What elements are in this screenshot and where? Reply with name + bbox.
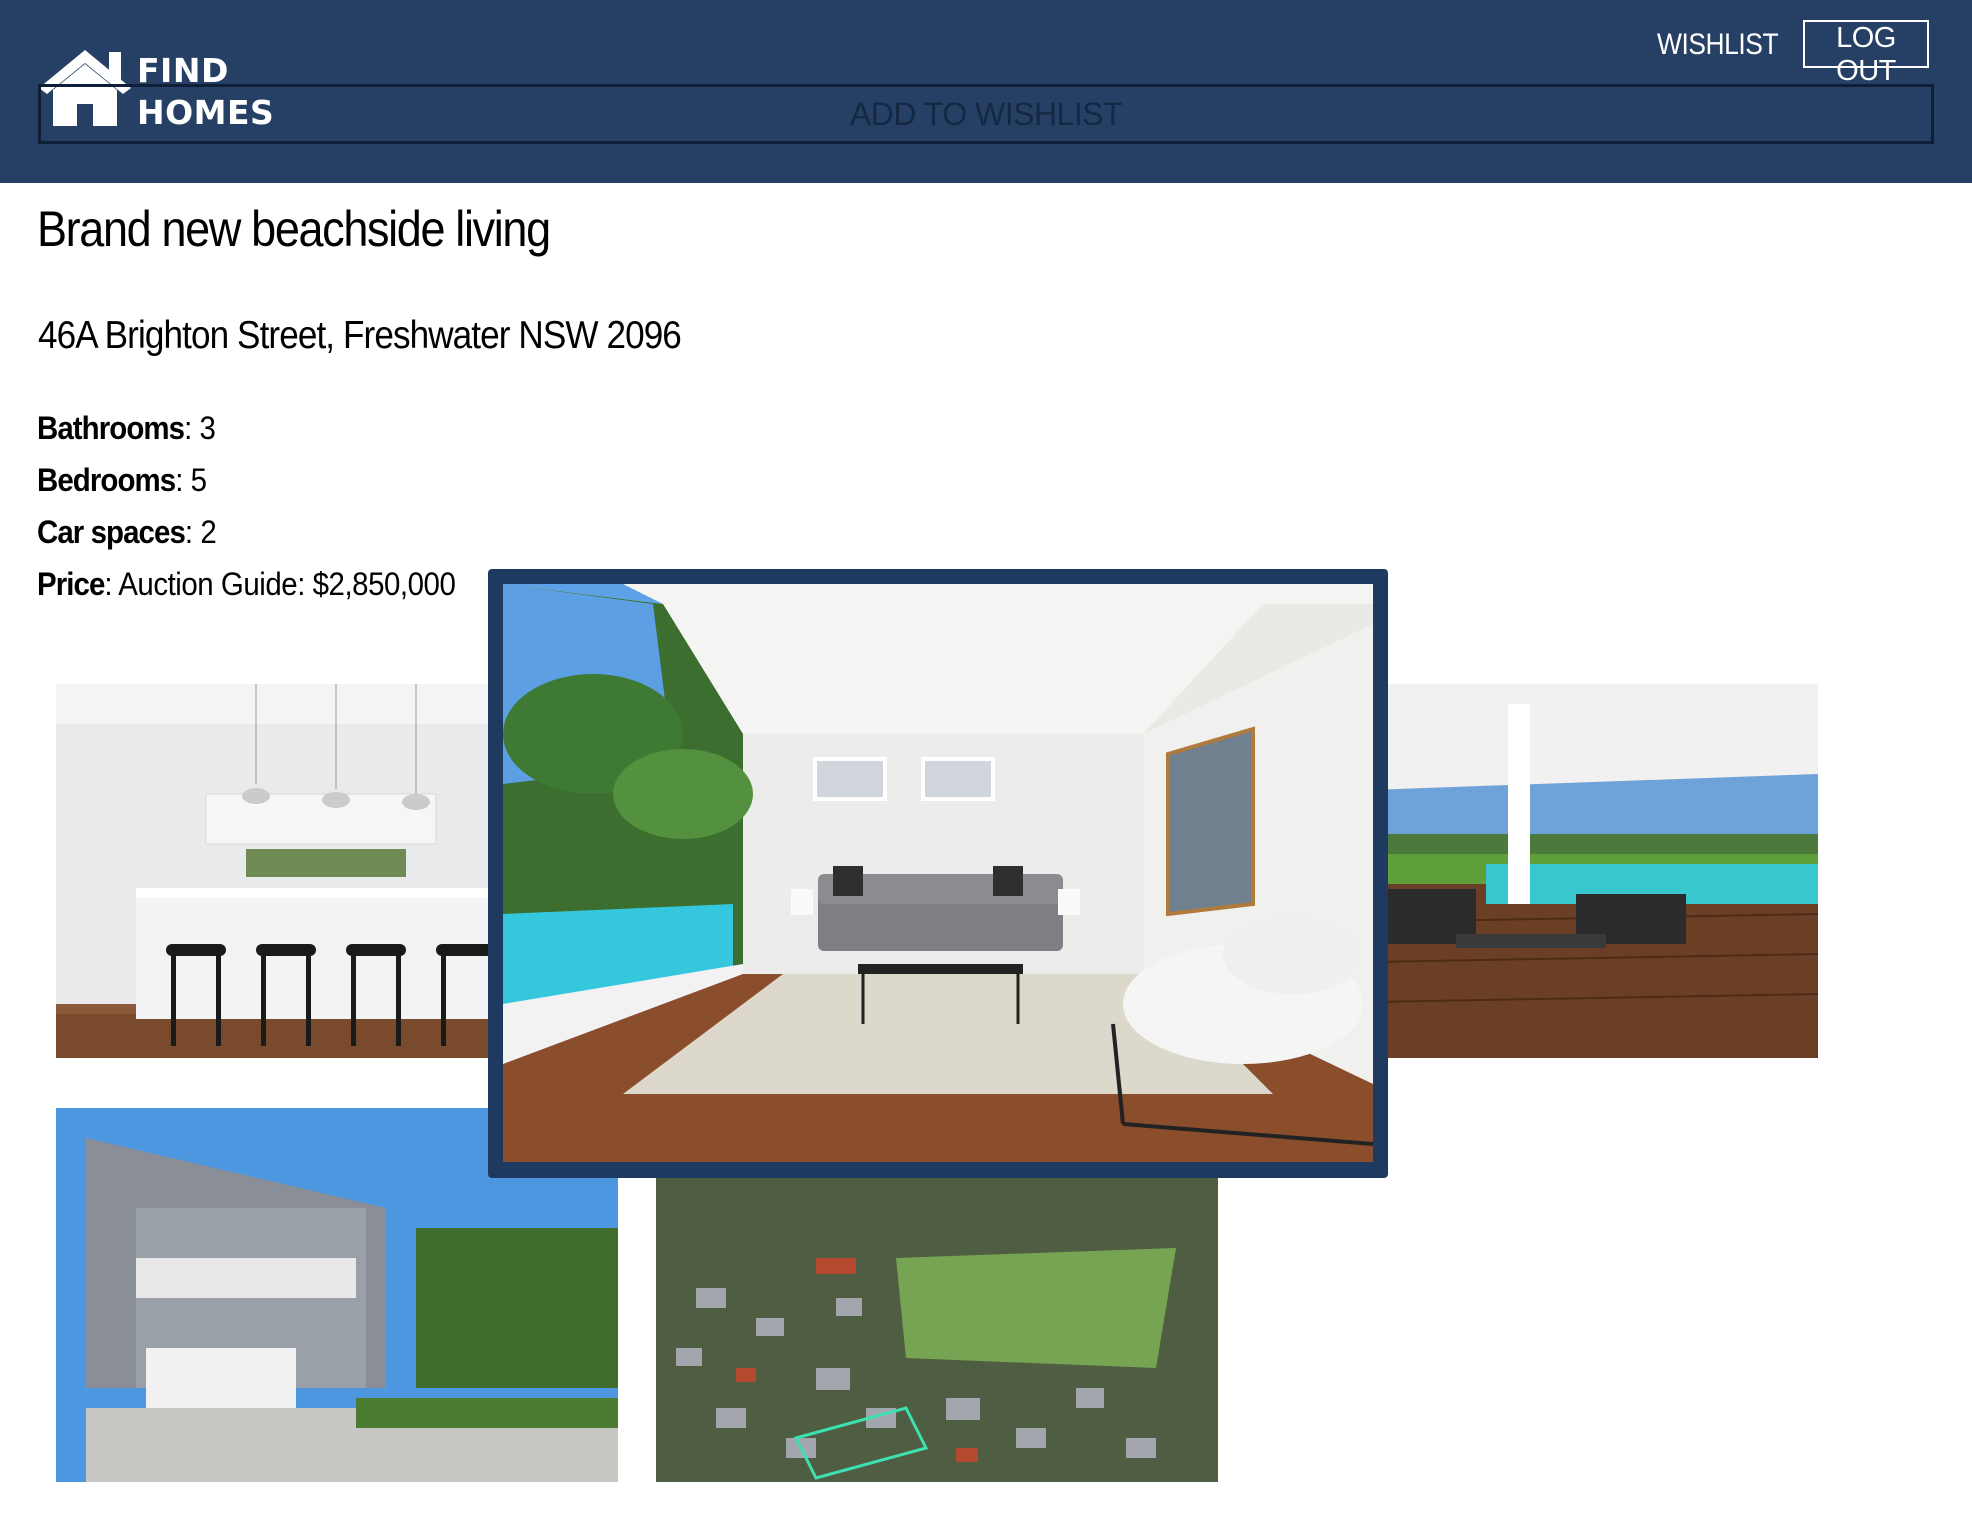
lightbox-modal[interactable]: [488, 569, 1388, 1178]
nav-wishlist-link[interactable]: WISHLIST: [1657, 28, 1779, 62]
detail-car-spaces: Car spaces: 2: [37, 514, 217, 551]
detail-value: : 2: [184, 514, 217, 550]
listing-title: Brand new beachside living: [37, 201, 551, 257]
detail-value: : Auction Guide: $2,850,000: [104, 566, 456, 602]
detail-label: Car spaces: [37, 514, 186, 550]
add-to-wishlist-button[interactable]: ADD TO WISHLIST: [38, 84, 1934, 144]
detail-label: Bathrooms: [37, 410, 185, 446]
header-bar: FIND HOMES WISHLIST LOG OUT ADD TO WISHL…: [0, 0, 1972, 183]
detail-price: Price: Auction Guide: $2,850,000: [37, 566, 456, 603]
detail-bathrooms: Bathrooms: 3: [37, 410, 216, 447]
photo-living-room[interactable]: [503, 584, 1373, 1162]
detail-value: : 5: [175, 462, 207, 498]
listing-address: 46A Brighton Street, Freshwater NSW 2096: [38, 314, 682, 357]
detail-label: Bedrooms: [37, 462, 176, 498]
detail-bedrooms: Bedrooms: 5: [37, 462, 207, 499]
detail-value: : 3: [184, 410, 216, 446]
detail-label: Price: [37, 566, 105, 602]
logout-button[interactable]: LOG OUT: [1803, 20, 1929, 87]
